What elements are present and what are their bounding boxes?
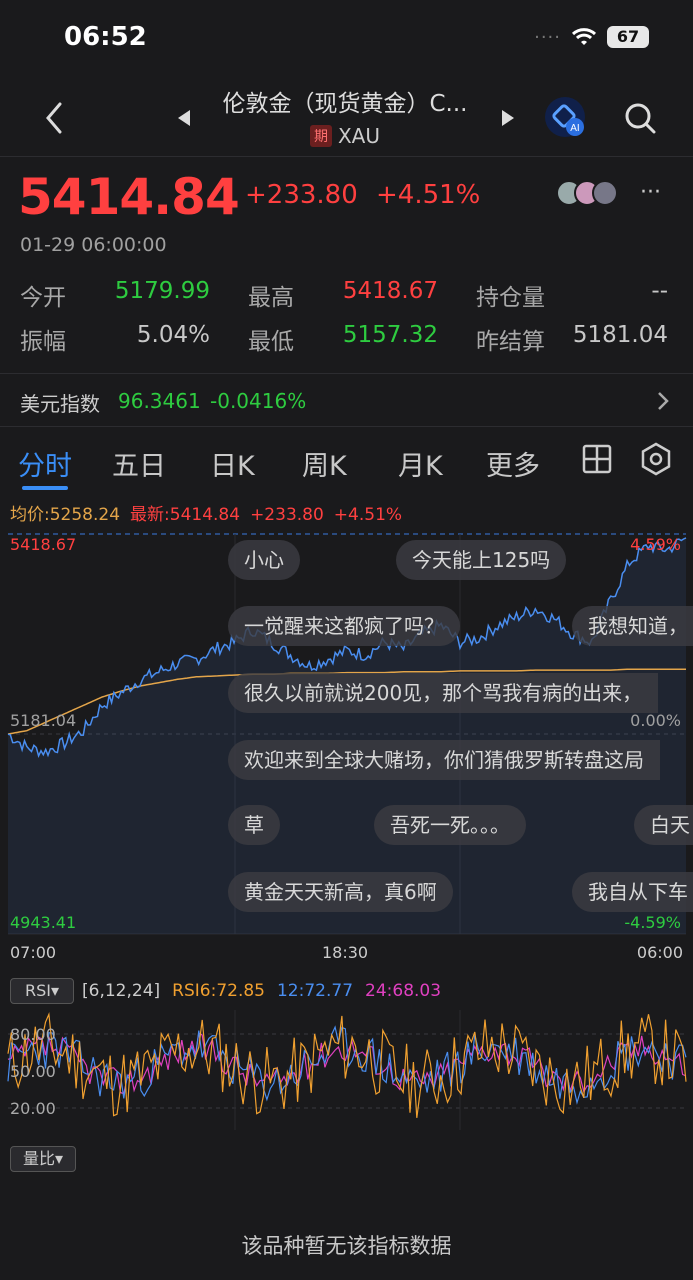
quote-timestamp: 01-29 06:00:00 xyxy=(20,234,167,256)
legend-change-pct: +4.51% xyxy=(333,505,403,525)
svg-text:AI: AI xyxy=(570,123,579,134)
last-price: 5414.84 xyxy=(18,168,240,226)
rsi-y-label-mid: 50.00 xyxy=(10,1062,56,1081)
settings-icon[interactable] xyxy=(640,442,672,476)
prev-symbol-icon[interactable] xyxy=(176,108,192,128)
stat-value-high: 5418.67 xyxy=(342,278,438,304)
usd-index-row[interactable] xyxy=(0,374,693,426)
stat-label-open-interest: 持仓量 xyxy=(476,285,545,311)
price-change: +233.80 xyxy=(245,180,358,210)
rsi-params: [6,12,24] xyxy=(82,981,161,1001)
no-data-message: 该品种暂无该指标数据 xyxy=(241,1234,452,1258)
comment-bubble[interactable]: 黄金天天新高，真6啊 xyxy=(228,872,453,912)
chart-legend: 均价:5258.24 最新:5414.84 +233.80 +4.51% xyxy=(10,500,412,525)
instrument-symbol: XAU xyxy=(337,124,381,148)
back-icon[interactable] xyxy=(40,98,70,138)
ai-assistant-icon[interactable]: AI xyxy=(544,96,586,138)
y-axis-right-top-label: 4.59% xyxy=(630,535,681,554)
stat-value-open: 5179.99 xyxy=(114,278,210,304)
chevron-right-icon xyxy=(658,392,669,410)
legend-latest: 最新:5414.84 xyxy=(130,505,241,525)
legend-change: +233.80 xyxy=(250,505,324,525)
comment-bubble[interactable]: 很久以前就说200见，那个骂我有病的出来， xyxy=(228,673,659,713)
volume-ratio-selector[interactable]: 量比▾ xyxy=(10,1146,76,1172)
legend-avg: 均价:5258.24 xyxy=(10,505,121,525)
stat-value-open-interest: -- xyxy=(651,278,668,304)
x-axis-mid-label: 18:30 xyxy=(322,943,369,962)
futures-badge: 期 xyxy=(309,125,332,147)
stat-label-low: 最低 xyxy=(248,329,294,355)
grid-layout-icon[interactable] xyxy=(582,444,612,474)
stat-label-prev-settle: 昨结算 xyxy=(476,329,545,355)
stat-label-open: 今开 xyxy=(20,285,66,311)
rsi-chart[interactable] xyxy=(0,1010,693,1132)
instrument-symbol-row: 期 XAU xyxy=(200,124,490,148)
watcher-avatars[interactable] xyxy=(556,180,618,206)
rsi24-value: 24:68.03 xyxy=(365,981,442,1001)
y-axis-top-label: 5418.67 xyxy=(10,535,77,554)
more-icon[interactable]: ··· xyxy=(640,180,661,205)
comment-bubble[interactable]: 我自从下车 xyxy=(572,872,693,912)
usd-index-value: 96.3461 xyxy=(118,389,201,413)
comment-bubble[interactable]: 白天 xyxy=(634,805,693,845)
search-icon[interactable] xyxy=(622,100,658,136)
tab-five-day[interactable]: 五日 xyxy=(112,444,166,483)
battery-icon: 67 xyxy=(607,26,649,48)
usd-index-label: 美元指数 xyxy=(20,392,100,416)
tab-daily-k[interactable]: 日K xyxy=(210,444,255,483)
avatar xyxy=(592,180,618,206)
rsi12-value: 12:72.77 xyxy=(276,981,354,1001)
comment-bubble[interactable]: 草 xyxy=(228,805,280,845)
comment-bubble[interactable]: 小心 xyxy=(228,540,300,580)
stat-label-amplitude: 振幅 xyxy=(20,329,66,355)
rsi-y-label-bottom: 20.00 xyxy=(10,1099,56,1118)
active-tab-indicator xyxy=(22,486,68,490)
rsi6-line xyxy=(7,1011,687,1118)
instrument-title: 伦敦金（现货黄金）C... xyxy=(222,91,468,117)
rsi6-value: RSI6:72.85 xyxy=(172,981,265,1001)
stat-value-low: 5157.32 xyxy=(342,322,438,348)
comment-bubble[interactable]: 一觉醒来这都疯了吗？ xyxy=(228,606,460,646)
x-axis-start-label: 07:00 xyxy=(10,943,57,962)
stat-value-prev-settle: 5181.04 xyxy=(572,322,668,348)
price-change-pct: +4.51% xyxy=(376,180,481,210)
comment-bubble[interactable]: 今天能上125吗 xyxy=(396,540,567,580)
tab-monthly-k[interactable]: 月K xyxy=(398,444,443,483)
divider xyxy=(0,426,693,427)
comment-bubble[interactable]: 吾死一死。。。 xyxy=(374,805,526,845)
rsi-legend: [6,12,24] RSI6:72.85 12:72.77 24:68.03 xyxy=(82,981,441,1001)
signal-icon: ···· xyxy=(534,26,561,48)
stat-value-amplitude: 5.04% xyxy=(136,322,210,348)
usd-index-change: -0.0416% xyxy=(210,389,307,413)
y-axis-mid-label: 5181.04 xyxy=(10,711,77,730)
rsi-y-label-top: 80.00 xyxy=(10,1025,56,1044)
stat-label-high: 最高 xyxy=(248,285,294,311)
wifi-icon xyxy=(571,28,597,45)
indicator-selector[interactable]: RSI▾ xyxy=(10,978,74,1004)
next-symbol-icon[interactable] xyxy=(500,108,516,128)
tab-weekly-k[interactable]: 周K xyxy=(302,444,347,483)
y-axis-right-mid-label: 0.00% xyxy=(630,711,681,730)
status-time: 06:52 xyxy=(64,22,147,52)
tab-more[interactable]: 更多 xyxy=(486,444,540,483)
status-icons: ···· 67 xyxy=(534,26,649,48)
x-axis-end-label: 06:00 xyxy=(636,943,683,962)
y-axis-right-bottom-label: -4.59% xyxy=(624,913,681,932)
comment-bubble[interactable]: 我想知道， xyxy=(572,606,693,646)
y-axis-bottom-label: 4943.41 xyxy=(10,913,77,932)
tab-intraday[interactable]: 分时 xyxy=(18,444,72,483)
divider xyxy=(0,156,693,157)
comment-bubble[interactable]: 欢迎来到全球大赌场，你们猜俄罗斯转盘这局 xyxy=(228,740,660,780)
